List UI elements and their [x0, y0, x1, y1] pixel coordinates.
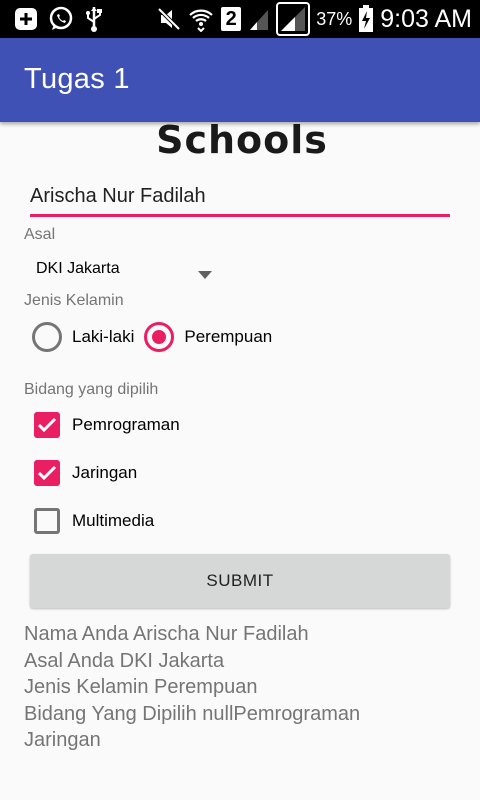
- gender-radio-group: Laki-laki Perempuan: [32, 320, 282, 354]
- status-bar: 2 37% 9:03 AM: [0, 0, 480, 38]
- schools-logo-title: Schools: [156, 118, 328, 162]
- checkbox-label: Pemrograman: [72, 415, 180, 434]
- result-line: Bidang Yang Dipilih nullPemrograman: [24, 702, 361, 725]
- clock: 9:03 AM: [380, 4, 472, 33]
- bidang-label: Bidang yang dipilih: [24, 381, 159, 398]
- mute-icon: [156, 6, 182, 32]
- asal-spinner[interactable]: DKI Jakarta: [24, 252, 220, 286]
- checkbox-label: Jaringan: [72, 463, 138, 482]
- sim2-icon: 2: [220, 5, 242, 33]
- checkbox-checked-icon: [34, 412, 60, 438]
- checkbox-label: Multimedia: [72, 511, 155, 530]
- signal-weak-icon: [248, 6, 270, 32]
- asal-selected-value: DKI Jakarta: [36, 260, 120, 277]
- radio-label: Laki-laki: [72, 327, 135, 346]
- result-line: Nama Anda Arischa Nur Fadilah: [24, 623, 309, 645]
- radio-laki-laki[interactable]: Laki-laki: [32, 322, 134, 352]
- app-bar: Tugas 1: [0, 38, 480, 122]
- app-title: Tugas 1: [24, 63, 130, 95]
- submit-button[interactable]: SUBMIT: [30, 554, 450, 608]
- checkbox-jaringan[interactable]: Jaringan: [34, 460, 137, 486]
- checkbox-pemrograman[interactable]: Pemrograman: [34, 412, 180, 438]
- radio-label: Perempuan: [184, 327, 273, 346]
- result-line: Jenis Kelamin Perempuan: [24, 676, 258, 698]
- dropdown-arrow-icon: [198, 264, 212, 283]
- result-line: Asal Anda DKI Jakarta: [24, 649, 225, 672]
- name-input[interactable]: [30, 178, 450, 217]
- gender-label: Jenis Kelamin: [24, 292, 124, 309]
- plus-box-icon: [14, 7, 38, 31]
- asal-label: Asal: [24, 226, 56, 243]
- result-text: Nama Anda Arischa Nur Fadilah Asal Anda …: [24, 621, 360, 754]
- signal-icon: [276, 2, 311, 36]
- radio-unchecked-icon: [32, 322, 62, 352]
- checkbox-unchecked-icon: [34, 508, 60, 534]
- wifi-icon: [188, 6, 214, 32]
- radio-checked-icon: [144, 322, 175, 352]
- sim-slot-number: 2: [225, 8, 237, 30]
- radio-perempuan[interactable]: Perempuan: [144, 322, 272, 352]
- checkbox-multimedia[interactable]: Multimedia: [34, 508, 154, 534]
- usb-icon: [84, 5, 104, 33]
- battery-percent: 37%: [316, 8, 353, 29]
- checkbox-checked-icon: [34, 460, 60, 486]
- result-line: Jaringan: [24, 729, 101, 751]
- battery-charging-icon: [358, 5, 374, 33]
- whatsapp-icon: [48, 6, 74, 32]
